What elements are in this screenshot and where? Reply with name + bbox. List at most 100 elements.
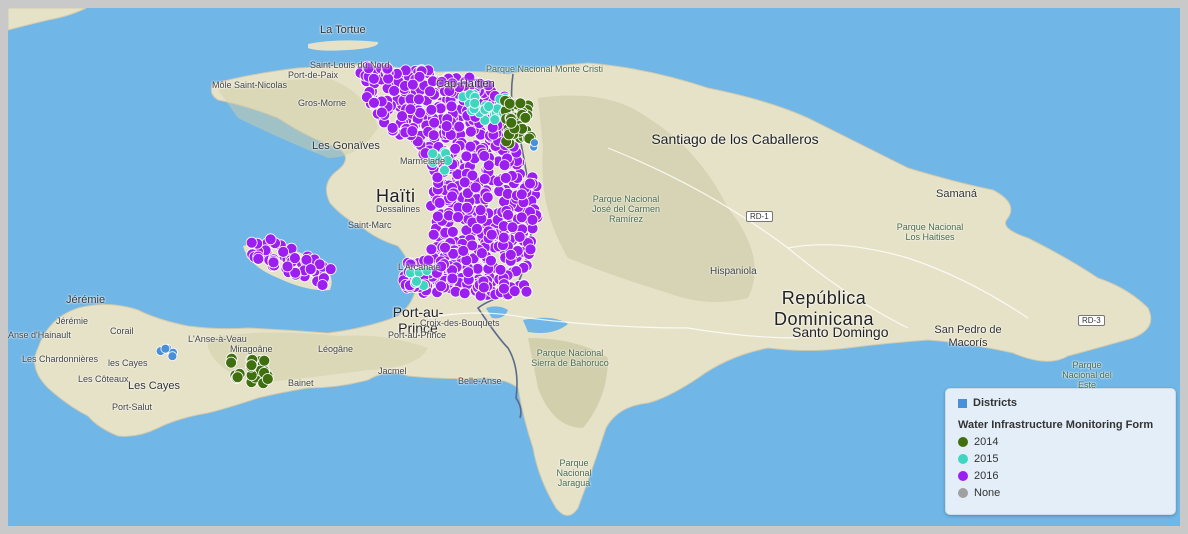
marker-y2016[interactable]	[485, 228, 498, 241]
marker-y2016[interactable]	[316, 279, 329, 291]
legend-label-none: None	[974, 487, 1001, 499]
marker-y2016[interactable]	[388, 85, 401, 97]
marker-y2014[interactable]	[245, 359, 258, 372]
marker-y2016[interactable]	[406, 125, 419, 137]
marker-y2014[interactable]	[514, 97, 527, 110]
legend-form-title-row: Water Infrastructure Monitoring Form	[958, 419, 1153, 431]
marker-y2016[interactable]	[440, 120, 453, 132]
marker-y2016[interactable]	[475, 247, 488, 260]
marker-y2016[interactable]	[508, 285, 521, 298]
marker-y2016[interactable]	[515, 188, 528, 201]
marker-y2016[interactable]	[386, 122, 399, 134]
legend-districts[interactable]: Districts	[958, 397, 1017, 409]
marker-y2015[interactable]	[439, 164, 450, 176]
marker-y2016[interactable]	[474, 204, 487, 217]
marker-y2015[interactable]	[483, 101, 495, 112]
marker-y2016[interactable]	[412, 93, 425, 106]
marker-y2016[interactable]	[464, 125, 477, 138]
marker-y2016[interactable]	[428, 116, 441, 129]
marker-y2016[interactable]	[460, 150, 473, 163]
marker-y2016[interactable]	[469, 181, 482, 194]
marker-y2016[interactable]	[324, 263, 337, 276]
marker-y2016[interactable]	[478, 173, 491, 185]
marker-y2015[interactable]	[469, 97, 481, 109]
label-miragoane: Miragoâne	[230, 344, 273, 354]
districts-swatch	[958, 398, 967, 408]
marker-y2016[interactable]	[445, 100, 458, 113]
marker-y2016[interactable]	[425, 243, 438, 256]
marker-y2016[interactable]	[431, 210, 444, 223]
marker-y2014[interactable]	[503, 97, 516, 110]
marker-y2016[interactable]	[368, 96, 380, 109]
marker-y2016[interactable]	[471, 222, 483, 235]
marker-y2016[interactable]	[498, 159, 511, 172]
marker-y2016[interactable]	[453, 120, 466, 133]
marker-y2016[interactable]	[446, 272, 459, 285]
legend-form-title: Water Infrastructure Monitoring Form	[958, 419, 1154, 431]
marker-y2016[interactable]	[504, 248, 517, 261]
marker-y2016[interactable]	[267, 256, 280, 269]
marker-y2016[interactable]	[452, 211, 464, 224]
marker-y2014[interactable]	[225, 356, 238, 369]
marker-y2016[interactable]	[481, 191, 494, 204]
marker-y2016[interactable]	[382, 72, 395, 85]
marker-y2016[interactable]	[435, 280, 447, 293]
marker-y2015[interactable]	[411, 275, 422, 287]
marker-y2014[interactable]	[231, 371, 244, 384]
marker-y2016[interactable]	[449, 142, 462, 155]
legend-item-2015[interactable]: 2015	[958, 453, 998, 465]
marker-y2016[interactable]	[477, 281, 490, 294]
marker-y2016[interactable]	[513, 230, 526, 243]
marker-y2016[interactable]	[462, 266, 475, 279]
marker-y2016[interactable]	[252, 252, 265, 265]
marker-y2016[interactable]	[425, 103, 438, 116]
marker-y2016[interactable]	[375, 106, 388, 119]
marker-y2016[interactable]	[524, 177, 536, 190]
marker-districts[interactable]	[530, 138, 539, 148]
marker-districts[interactable]	[160, 343, 171, 354]
marker-y2014[interactable]	[505, 116, 518, 129]
marker-y2016[interactable]	[461, 201, 473, 214]
marker-y2016[interactable]	[497, 282, 510, 295]
marker-y2016[interactable]	[264, 233, 277, 246]
marker-y2016[interactable]	[520, 285, 533, 298]
marker-y2016[interactable]	[404, 103, 417, 116]
marker-districts[interactable]	[167, 351, 178, 362]
marker-y2016[interactable]	[245, 236, 258, 249]
marker-y2016[interactable]	[277, 245, 290, 258]
marker-y2016[interactable]	[446, 190, 459, 203]
marker-y2016[interactable]	[484, 254, 497, 267]
legend-item-none[interactable]: None	[958, 487, 1000, 499]
marker-y2016[interactable]	[497, 231, 510, 244]
marker-y2016[interactable]	[406, 78, 419, 91]
marker-y2016[interactable]	[304, 263, 317, 276]
marker-y2016[interactable]	[439, 241, 451, 254]
legend-label-2016: 2016	[974, 470, 999, 482]
marker-y2014[interactable]	[261, 373, 274, 385]
marker-y2016[interactable]	[526, 213, 539, 226]
label-dessalines: Dessalines	[376, 204, 421, 214]
marker-y2014[interactable]	[258, 354, 271, 367]
marker-y2016[interactable]	[478, 150, 491, 162]
marker-y2015[interactable]	[489, 114, 501, 125]
marker-y2016[interactable]	[281, 260, 294, 273]
marker-y2016[interactable]	[458, 287, 471, 300]
marker-y2016[interactable]	[506, 221, 519, 234]
marker-y2016[interactable]	[367, 72, 380, 85]
marker-y2016[interactable]	[424, 85, 436, 98]
legend-item-2014[interactable]: 2014	[958, 436, 998, 448]
marker-y2016[interactable]	[499, 172, 512, 184]
marker-y2016[interactable]	[494, 263, 507, 276]
marker-y2016[interactable]	[502, 208, 514, 221]
marker-y2016[interactable]	[446, 225, 459, 238]
label-del-este-park: Parque Nacional del Este	[1062, 360, 1112, 390]
marker-y2016[interactable]	[457, 244, 470, 257]
marker-y2016[interactable]	[458, 176, 471, 189]
marker-y2016[interactable]	[433, 196, 446, 209]
legend-item-2016[interactable]: 2016	[958, 470, 998, 482]
marker-y2016[interactable]	[427, 228, 440, 241]
marker-y2014[interactable]	[519, 111, 532, 124]
marker-y2016[interactable]	[524, 243, 537, 256]
marker-y2016[interactable]	[427, 129, 440, 142]
marker-y2016[interactable]	[515, 211, 528, 224]
